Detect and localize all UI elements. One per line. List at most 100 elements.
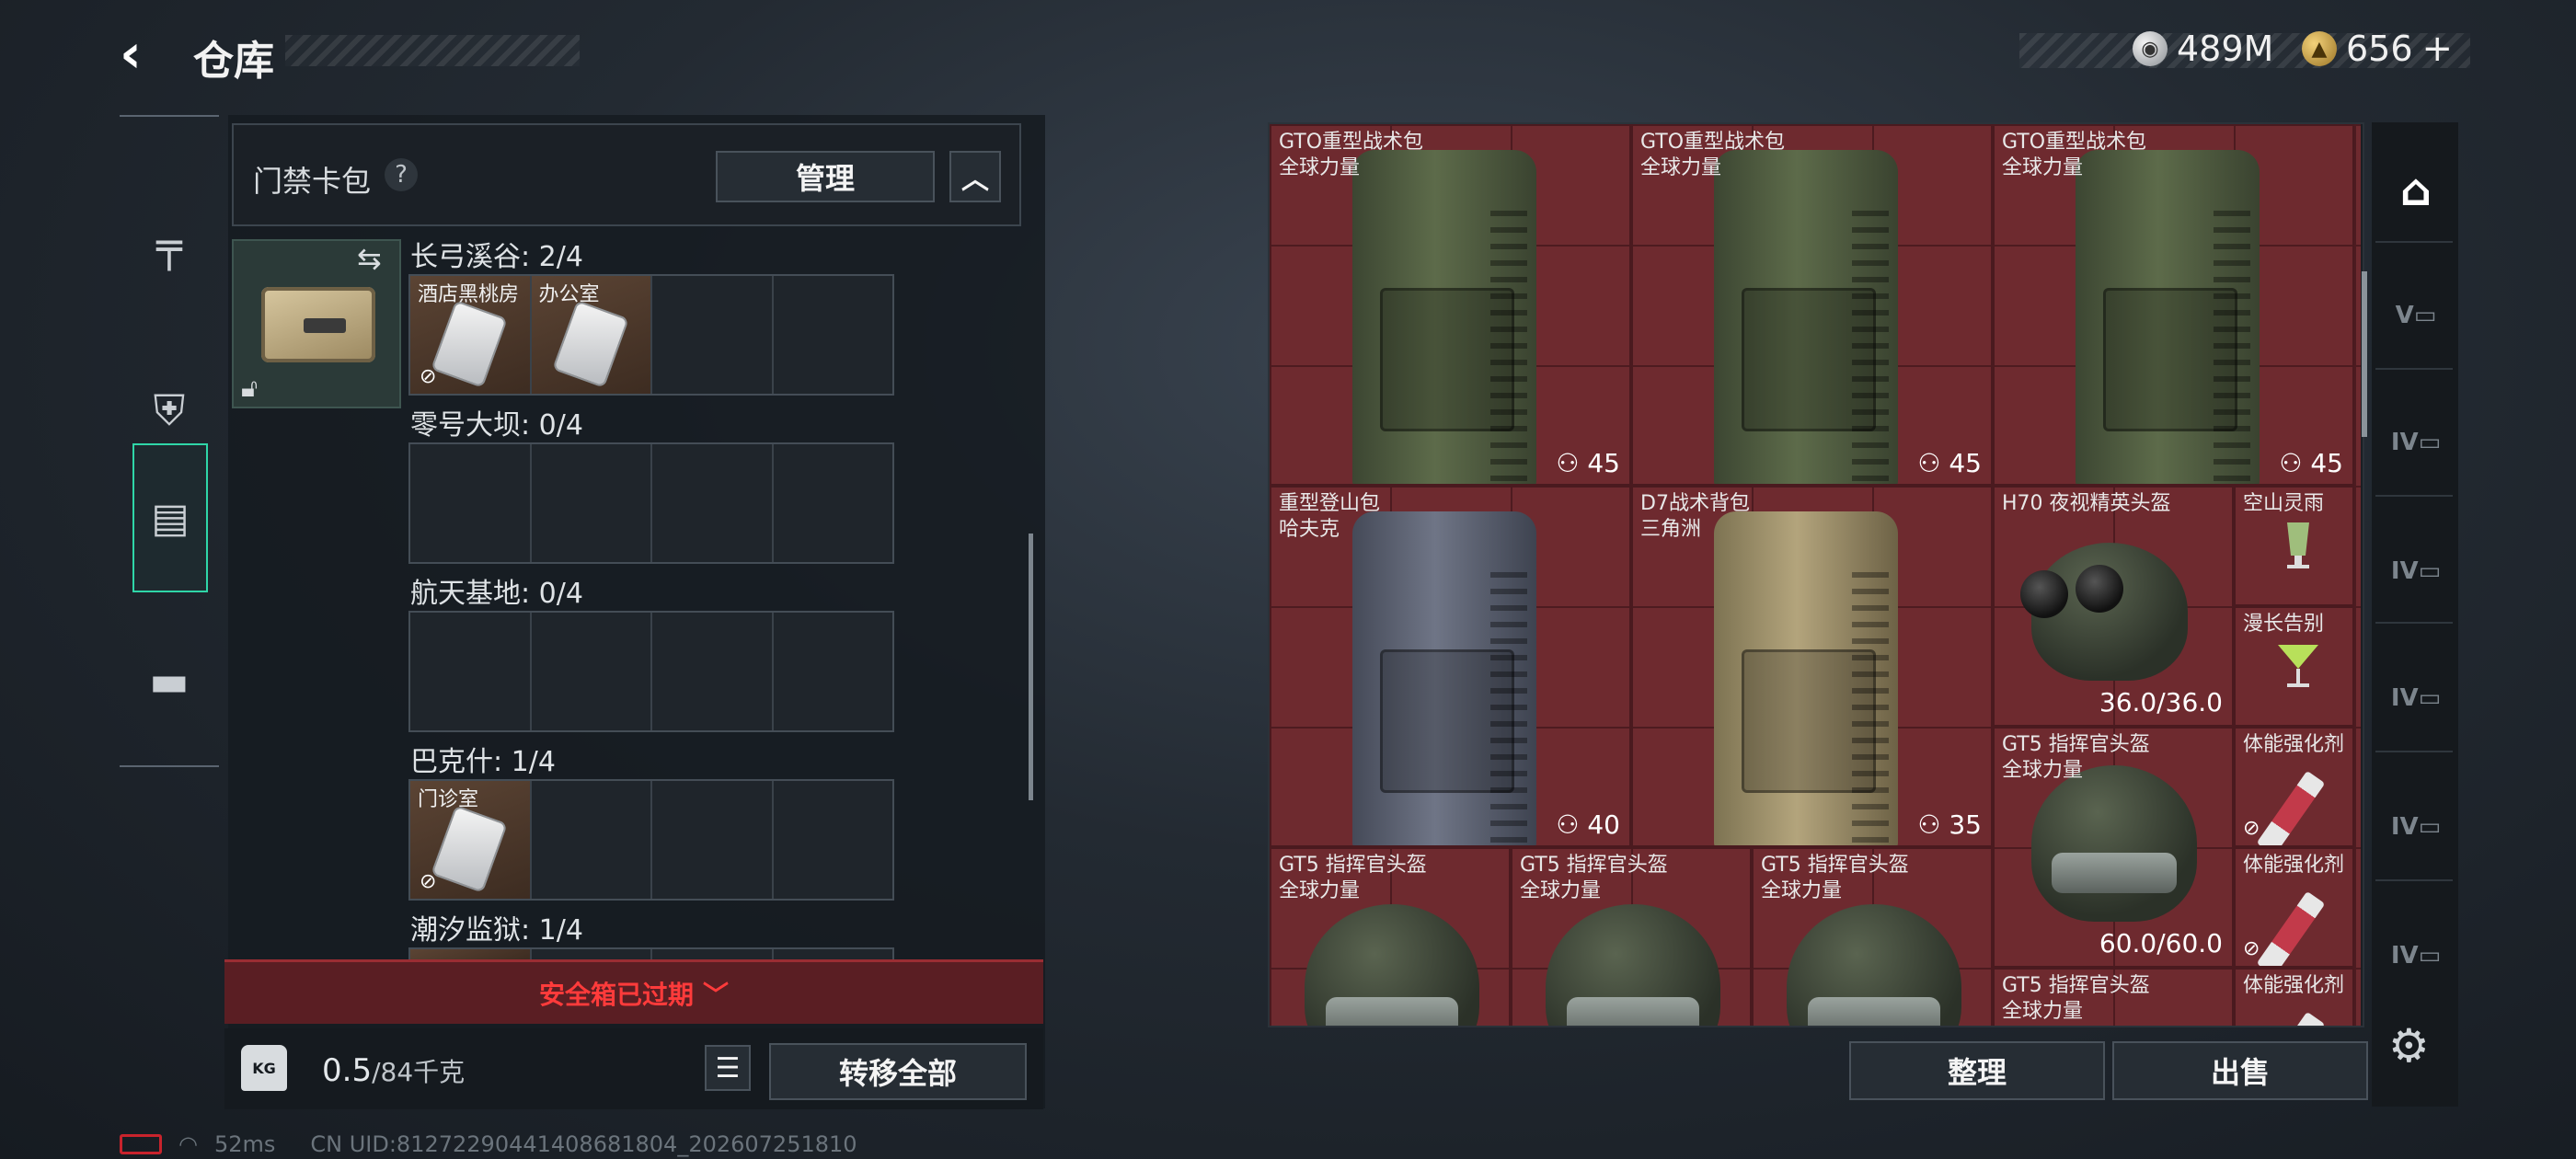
keycard-slot[interactable]: 酒店黑桃房 ⊘ — [410, 276, 532, 394]
add-gold-button[interactable]: + — [2422, 28, 2454, 70]
slot-row: 酒店黑桃房 ⊘ 办公室 — [408, 274, 894, 396]
filter-tab[interactable]: IV ▭ — [2383, 924, 2449, 988]
region-label: 潮汐监狱: 1/4 — [410, 914, 583, 947]
keycard-name: 办公室 — [538, 283, 600, 306]
inventory-scrollbar[interactable] — [2362, 271, 2367, 437]
no-trade-icon: ⊘ — [420, 870, 437, 893]
inventory-item[interactable]: GTO重型战术包 全球力量 ⚇ 45 — [1993, 124, 2354, 486]
empty-slot[interactable] — [531, 781, 652, 899]
weight-icon: KG — [241, 1045, 287, 1091]
keycard-slot[interactable]: 门诊室 ⊘ — [410, 781, 532, 899]
divider — [2375, 751, 2453, 752]
item-name: H70 夜视精英头盔 — [2002, 492, 2171, 515]
inventory-item[interactable]: 体能强化剂 ⊘ — [2234, 727, 2354, 847]
keycard-scrollbar[interactable] — [1029, 534, 1033, 800]
nav-backpack[interactable]: ▤ — [132, 443, 208, 592]
item-name: 漫长告别 — [2243, 613, 2325, 636]
inventory-item[interactable]: D7战术背包 三角洲 ⚇ 35 — [1631, 486, 1993, 847]
filter-tab[interactable]: IV ▭ — [2383, 539, 2449, 603]
filter-all[interactable]: ⌂ — [2383, 158, 2449, 223]
tier-label: V — [2395, 302, 2414, 329]
backpack-image — [1352, 150, 1536, 484]
item-name: GT5 指挥官头盔 全球力量 — [1279, 854, 1427, 902]
item-capacity: ⚇ 40 — [1556, 809, 1620, 840]
silver-currency: ◉ 489M — [2133, 28, 2273, 70]
item-name: 体能强化剂 — [2243, 974, 2345, 997]
divider — [2375, 368, 2453, 370]
inventory-item[interactable]: GT5 指挥官头盔 全球力量 — [1752, 847, 1993, 1026]
filter-tab[interactable]: IV ▭ — [2383, 795, 2449, 859]
pistol-icon: ╤ — [156, 221, 182, 270]
divider — [2375, 879, 2453, 881]
empty-slot[interactable] — [652, 613, 774, 730]
empty-slot[interactable] — [773, 276, 892, 394]
page-title: 仓库 — [193, 38, 274, 85]
sell-button[interactable]: 出售 — [2112, 1041, 2368, 1100]
empty-slot[interactable] — [531, 613, 652, 730]
item-capacity: ⚇ 45 — [2279, 448, 2343, 478]
inventory-grid: GTO重型战术包 全球力量 ⚇ 45 GTO重型战术包 全球力量 ⚇ 45 GT… — [1270, 124, 2361, 1026]
empty-slot[interactable] — [652, 276, 774, 394]
cocktail-icon — [2278, 645, 2318, 687]
gear-icon[interactable]: ⚙ — [2388, 1019, 2430, 1073]
filter-tab[interactable]: V ▭ — [2383, 283, 2449, 348]
list-view-button[interactable]: ☰ — [705, 1045, 751, 1091]
empty-slot[interactable] — [531, 444, 652, 562]
filter-tab[interactable]: IV ▭ — [2383, 410, 2449, 475]
capacity-value: 45 — [1587, 448, 1620, 478]
keycard-icon — [432, 302, 506, 386]
safe-box-expired-banner[interactable]: 安全箱已过期 ﹀ — [224, 959, 1043, 1024]
keycard-pack-image — [261, 287, 375, 362]
filter-tab[interactable]: IV ▭ — [2383, 666, 2449, 730]
empty-slot[interactable] — [773, 781, 892, 899]
help-icon[interactable]: ? — [385, 158, 418, 191]
nav-weapons[interactable]: ╤ — [120, 172, 219, 319]
empty-slot[interactable] — [773, 613, 892, 730]
keycard-slot[interactable]: 办公室 — [531, 276, 652, 394]
backpack-image — [2076, 150, 2260, 484]
wifi-icon: ◠ — [178, 1131, 198, 1157]
sort-button[interactable]: 整理 — [1849, 1041, 2105, 1100]
inventory-item[interactable]: 重型登山包 哈夫克 ⚇ 40 — [1270, 486, 1631, 847]
region-label: 航天基地: 0/4 — [410, 578, 583, 610]
title-decoration — [285, 35, 580, 66]
item-name: D7战术背包 三角洲 — [1640, 492, 1750, 541]
inventory-item[interactable]: 体能强化剂 — [2234, 968, 2354, 1026]
back-arrow-icon[interactable]: ‹ — [120, 27, 166, 80]
inventory-item[interactable]: GTO重型战术包 全球力量 ⚇ 45 — [1270, 124, 1631, 486]
inventory-item[interactable]: GT5 指挥官头盔 全球力量 — [1511, 847, 1752, 1026]
helmet-visor-image — [1566, 996, 1700, 1026]
divider — [2375, 495, 2453, 497]
gold-currency[interactable]: ▲ 656 + — [2302, 28, 2453, 70]
syringe-icon — [2256, 770, 2326, 845]
inventory-item[interactable]: GT5 指挥官头盔 全球力量 60.0/60.0 — [1993, 727, 2234, 968]
helmet-image — [1305, 904, 1479, 1026]
inventory-item[interactable]: GT5 指挥官头盔 全球力量 — [1993, 968, 2234, 1026]
inventory-item[interactable]: GTO重型战术包 全球力量 ⚇ 45 — [1631, 124, 1993, 486]
empty-slot[interactable] — [410, 444, 532, 562]
empty-slot[interactable] — [773, 444, 892, 562]
inventory-item[interactable]: 漫长告别 — [2234, 606, 2354, 727]
empty-slot[interactable] — [410, 613, 532, 730]
nav-toolbox[interactable]: ▬ — [120, 607, 219, 754]
manage-button[interactable]: 管理 — [716, 151, 935, 202]
ping-value: 52ms — [213, 1131, 276, 1157]
inventory-item[interactable]: H70 夜视精英头盔 36.0/36.0 — [1993, 486, 2234, 727]
backpack-image — [1714, 150, 1898, 484]
syringe-icon — [2256, 1011, 2326, 1026]
swap-icon[interactable]: ⇆ — [357, 241, 382, 276]
silver-coin-icon: ◉ — [2133, 31, 2168, 66]
item-name: 体能强化剂 — [2243, 733, 2345, 756]
pack-title: 门禁卡包 — [253, 164, 372, 199]
gold-coin-icon: ▲ — [2302, 31, 2337, 66]
inventory-item[interactable]: 空山灵雨 — [2234, 486, 2354, 606]
empty-slot[interactable] — [652, 444, 774, 562]
inventory-item[interactable]: GT5 指挥官头盔 全球力量 — [1270, 847, 1511, 1026]
helmet-image — [1787, 904, 1961, 1026]
inventory-item[interactable]: 体能强化剂 ⊘ — [2234, 847, 2354, 968]
weight-max: /84千克 — [372, 1057, 466, 1087]
transfer-all-button[interactable]: 转移全部 — [769, 1043, 1027, 1100]
no-trade-icon: ⊘ — [420, 365, 437, 388]
empty-slot[interactable] — [652, 781, 774, 899]
collapse-button[interactable]: ︿ — [949, 151, 1001, 202]
